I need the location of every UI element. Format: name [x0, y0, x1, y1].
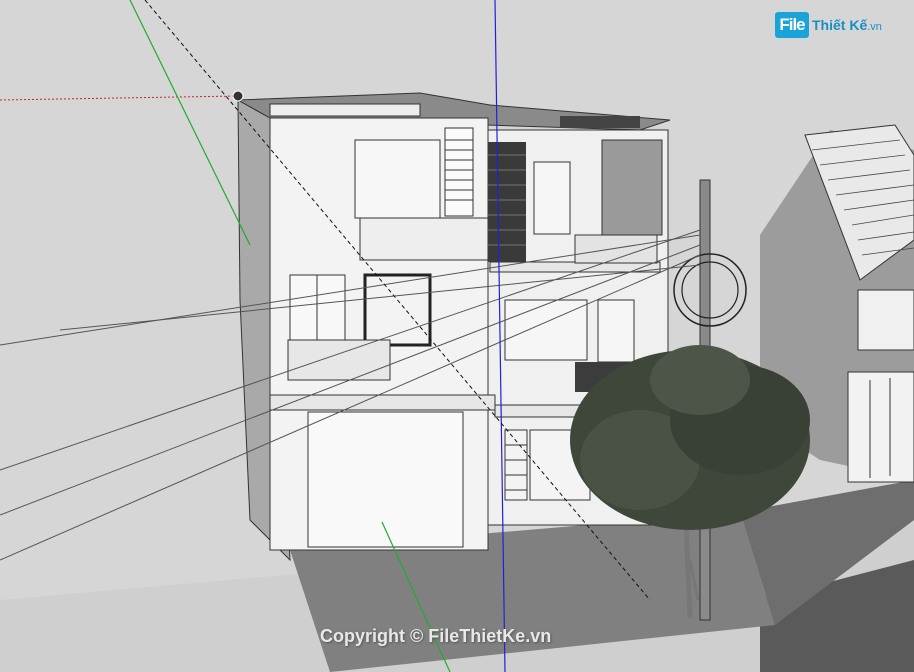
garage-door	[307, 411, 464, 548]
facade-right-panel	[601, 139, 663, 236]
roof-solar	[560, 116, 640, 128]
upper-window-left	[354, 139, 441, 219]
middle-glazing-right	[504, 299, 588, 361]
louver-upper	[444, 127, 474, 217]
model-scene[interactable]	[0, 0, 914, 672]
3d-viewport[interactable]: File Thiết Kế.vn Copyright © FileThietKe…	[0, 0, 914, 672]
louver-dark	[488, 142, 526, 262]
axis-green	[129, 0, 251, 246]
logo-badge: File	[775, 12, 809, 38]
logo-name-text: Thiết Kế	[812, 17, 868, 33]
middle-door-right	[597, 299, 635, 363]
axis-red	[0, 95, 239, 101]
logo-name: Thiết Kế.vn	[812, 17, 882, 33]
logo-suffix: .vn	[867, 21, 882, 33]
neighbor-window-upper	[857, 289, 914, 351]
copyright-watermark: Copyright © FileThietKe.vn	[320, 626, 552, 646]
middle-balcony	[287, 339, 391, 381]
roof-parapet	[269, 103, 421, 117]
brand-logo: File Thiết Kế.vn	[775, 12, 885, 42]
upper-door-right	[533, 161, 571, 235]
balcony-upper	[359, 217, 489, 261]
neighbor-window-lower	[847, 371, 914, 483]
origin-point-icon[interactable]	[232, 90, 244, 102]
